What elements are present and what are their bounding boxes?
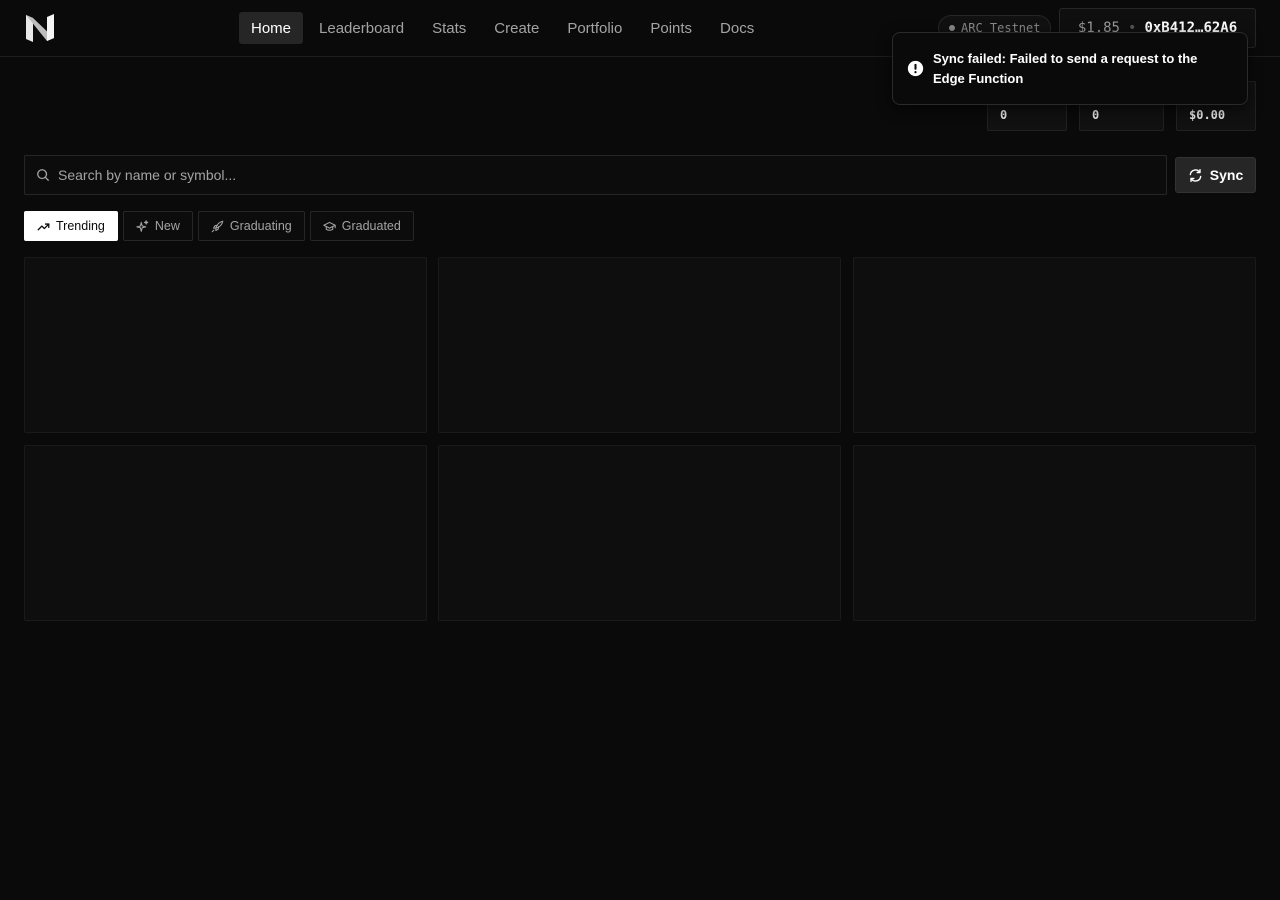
sync-button-label: Sync — [1209, 167, 1244, 183]
rocket-icon — [211, 220, 224, 232]
filter-label: Trending — [56, 219, 105, 233]
stat-value: $0.00 — [1189, 108, 1226, 122]
sparkles-icon — [136, 219, 149, 232]
token-card-skeleton — [438, 257, 841, 433]
nav-docs[interactable]: Docs — [708, 12, 766, 44]
nav-portfolio[interactable]: Portfolio — [555, 12, 634, 44]
search-icon — [37, 169, 49, 181]
trending-up-icon — [37, 222, 50, 230]
token-card-skeleton — [438, 445, 841, 621]
logo-icon[interactable] — [24, 12, 56, 44]
filter-label: Graduated — [341, 219, 401, 233]
search-input[interactable] — [58, 156, 1166, 194]
stat-value: 0 — [1000, 108, 1008, 122]
filter-graduating[interactable]: Graduating — [197, 211, 305, 241]
token-card-skeleton — [853, 445, 1256, 621]
graduation-cap-icon — [323, 221, 336, 231]
alert-circle-icon — [907, 60, 924, 77]
main-nav: Home Leaderboard Stats Create Portfolio … — [239, 12, 766, 44]
status-dot-icon — [949, 25, 955, 31]
stat-value: 0 — [1092, 108, 1100, 122]
error-toast[interactable]: Sync failed: Failed to send a request to… — [892, 32, 1248, 105]
filter-tabs: Trending New Graduating Graduated — [24, 211, 414, 241]
nav-points[interactable]: Points — [638, 12, 704, 44]
filter-graduated[interactable]: Graduated — [309, 211, 414, 241]
token-card-skeleton — [853, 257, 1256, 433]
token-card-skeleton — [24, 257, 427, 433]
filter-label: Graduating — [229, 219, 292, 233]
filter-trending[interactable]: Trending — [24, 211, 118, 241]
toast-message: Sync failed: Failed to send a request to… — [933, 50, 1198, 86]
nav-create[interactable]: Create — [482, 12, 551, 44]
nav-stats[interactable]: Stats — [420, 12, 478, 44]
token-card-skeleton — [24, 445, 427, 621]
search-bar — [24, 155, 1167, 195]
nav-home[interactable]: Home — [239, 12, 304, 44]
sync-button[interactable]: Sync — [1175, 157, 1256, 193]
nav-leaderboard[interactable]: Leaderboard — [307, 12, 416, 44]
filter-label: New — [154, 219, 180, 233]
filter-new[interactable]: New — [122, 211, 193, 241]
refresh-icon — [1189, 168, 1202, 182]
